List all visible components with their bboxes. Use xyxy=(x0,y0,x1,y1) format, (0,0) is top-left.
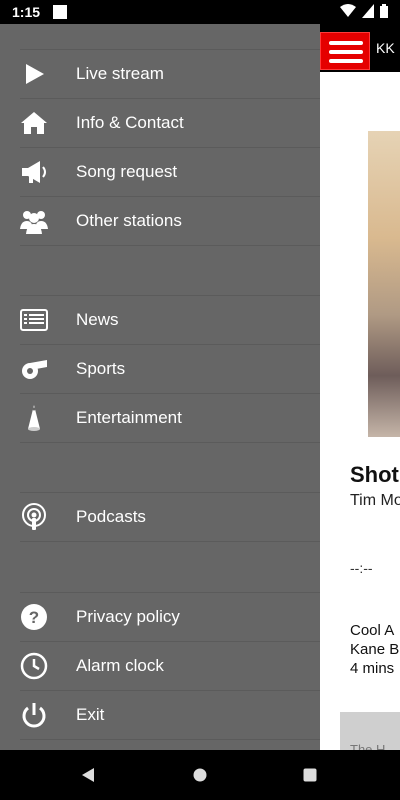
svg-text:?: ? xyxy=(29,608,39,627)
menu-item-label: Song request xyxy=(76,162,178,181)
menu-item-live-stream[interactable]: Live stream xyxy=(20,50,320,99)
playback-time: --:-- xyxy=(350,560,373,576)
next-song-title: Cool A xyxy=(350,622,395,639)
clock-icon xyxy=(20,652,48,680)
menu-item-label: News xyxy=(76,310,119,329)
menu-item-sports[interactable]: Sports xyxy=(20,345,320,394)
next-song-time: 4 mins xyxy=(350,660,395,677)
menu-item-label: Entertainment xyxy=(76,408,182,427)
recents-icon[interactable] xyxy=(303,768,317,782)
menu-item-label: Exit xyxy=(76,705,105,724)
cell-signal-icon xyxy=(362,4,374,18)
menu-item-label: Podcasts xyxy=(76,507,146,526)
help-icon: ? xyxy=(21,604,47,630)
battery-icon xyxy=(380,4,388,18)
menu-item-other-stations[interactable]: Other stations xyxy=(20,197,320,246)
news-icon xyxy=(20,309,48,331)
menu-item-info-contact[interactable]: Info & Contact xyxy=(20,99,320,148)
bottom-panel[interactable]: The H xyxy=(340,712,400,750)
menu-item-label: Live stream xyxy=(76,64,164,83)
now-playing-title: Shot xyxy=(350,462,399,487)
status-bar: 1:15 xyxy=(0,0,400,24)
navigation-drawer: Live stream Info & Contact Song request … xyxy=(0,24,320,750)
home-icon xyxy=(21,112,47,134)
menu-item-entertainment[interactable]: Entertainment xyxy=(20,394,320,443)
bottom-panel-text: The H xyxy=(350,742,386,750)
status-icons xyxy=(340,4,388,18)
main-content: KK Shot Tim Mo --:-- Cool A Kane B 4 min… xyxy=(320,24,400,750)
wifi-icon xyxy=(340,4,356,17)
whistle-icon xyxy=(22,360,47,379)
app-title: KK xyxy=(376,40,395,56)
menu-item-privacy-policy[interactable]: ? Privacy policy xyxy=(20,593,320,642)
menu-item-label: Privacy policy xyxy=(76,607,180,626)
menu-icon[interactable] xyxy=(320,32,370,70)
menu-item-label: Info & Contact xyxy=(76,113,184,132)
status-time: 1:15 xyxy=(12,4,41,20)
menu-item-exit[interactable]: Exit xyxy=(20,691,320,740)
power-icon xyxy=(22,703,46,728)
podcast-icon xyxy=(22,503,46,530)
menu-item-label: Other stations xyxy=(76,211,182,230)
menu-item-label: Sports xyxy=(76,359,126,378)
back-icon[interactable] xyxy=(80,767,96,783)
home-icon[interactable] xyxy=(193,768,207,782)
now-playing-artist: Tim Mo xyxy=(350,492,400,509)
people-icon xyxy=(20,211,48,234)
album-cover xyxy=(368,131,400,437)
menu-item-label: Alarm clock xyxy=(76,656,164,675)
menu-item-alarm-clock[interactable]: Alarm clock xyxy=(20,642,320,691)
menu-item-song-request[interactable]: Song request xyxy=(20,148,320,197)
next-song-artist: Kane B xyxy=(350,641,400,658)
system-nav-bar xyxy=(0,750,400,800)
play-icon xyxy=(26,64,44,84)
spotlight-icon xyxy=(28,405,40,431)
megaphone-icon xyxy=(22,161,46,183)
menu-item-podcasts[interactable]: Podcasts xyxy=(20,493,320,542)
square-indicator-icon xyxy=(53,5,67,19)
menu-item-news[interactable]: News xyxy=(20,296,320,345)
app-header: KK xyxy=(320,24,400,72)
